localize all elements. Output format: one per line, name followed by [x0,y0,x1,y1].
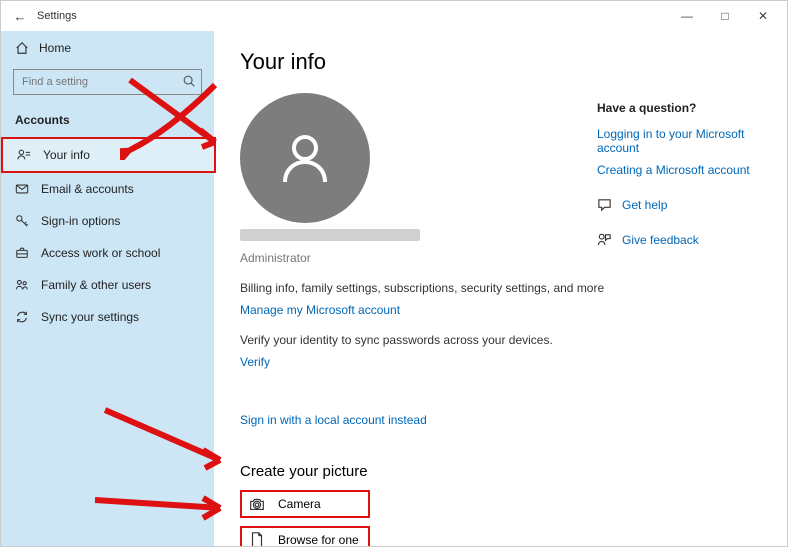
sidebar-item-family-other-users[interactable]: Family & other users [1,269,214,301]
give-feedback-row[interactable]: Give feedback [597,232,767,247]
help-link-login[interactable]: Logging in to your Microsoft account [597,127,767,155]
sidebar-item-your-info[interactable]: Your info [1,137,216,173]
back-button[interactable]: ← [9,9,31,24]
body: Home Accounts Your info Email & accounts… [1,31,787,546]
sign-in-local-link[interactable]: Sign in with a local account instead [240,413,427,427]
verify-block: Verify your identity to sync passwords a… [240,333,761,385]
sidebar-item-access-work-school[interactable]: Access work or school [1,237,214,269]
search-input[interactable] [13,69,202,95]
key-icon [15,214,29,228]
verify-description: Verify your identity to sync passwords a… [240,333,761,347]
verify-link[interactable]: Verify [240,355,270,369]
close-button[interactable]: ✕ [755,9,771,23]
people-icon [15,278,29,292]
billing-description: Billing info, family settings, subscript… [240,281,761,295]
sidebar-item-email-accounts[interactable]: Email & accounts [1,173,214,205]
get-help-row[interactable]: Get help [597,197,767,212]
briefcase-icon [15,246,29,260]
settings-window: ← Settings ― □ ✕ Home Accounts Your inf [0,0,788,547]
titlebar: ← Settings ― □ ✕ [1,1,787,31]
sidebar-item-sync-settings[interactable]: Sync your settings [1,301,214,333]
give-feedback-label: Give feedback [622,233,699,247]
content-area: Your info Administrator Billing info, fa… [214,31,787,546]
username-redacted [240,229,420,241]
get-help-label: Get help [622,198,667,212]
section-heading: Accounts [1,105,214,137]
help-link-create[interactable]: Creating a Microsoft account [597,163,767,177]
feedback-icon [597,232,612,247]
sidebar-item-label: Access work or school [41,246,160,260]
sidebar-item-label: Your info [43,148,90,162]
question-heading: Have a question? [597,101,767,115]
manage-account-link[interactable]: Manage my Microsoft account [240,303,400,317]
camera-button[interactable]: Camera [240,490,370,518]
sidebar-item-label: Sync your settings [41,310,139,324]
account-role: Administrator [240,251,761,265]
minimize-button[interactable]: ― [679,9,695,23]
camera-icon [248,495,266,513]
page-title: Your info [240,49,761,75]
sync-icon [15,310,29,324]
sidebar-item-label: Sign-in options [41,214,120,228]
sidebar-item-label: Family & other users [41,278,151,292]
home-icon [15,41,29,55]
avatar-placeholder-icon [273,126,337,190]
browse-label: Browse for one [278,533,359,546]
window-controls: ― □ ✕ [679,9,779,23]
right-column: Have a question? Logging in to your Micr… [597,101,767,247]
person-icon [17,148,31,162]
maximize-button[interactable]: □ [717,9,733,23]
sidebar-item-label: Email & accounts [41,182,134,196]
search-icon [182,74,196,88]
sidebar-item-signin-options[interactable]: Sign-in options [1,205,214,237]
browse-button[interactable]: Browse for one [240,526,370,546]
home-button[interactable]: Home [1,35,214,61]
file-icon [248,531,266,546]
create-picture-heading: Create your picture [240,463,761,480]
camera-label: Camera [278,497,321,511]
avatar [240,93,370,223]
sidebar: Home Accounts Your info Email & accounts… [1,31,214,546]
chat-icon [597,197,612,212]
mail-icon [15,182,29,196]
search-wrap [1,61,214,105]
window-title: Settings [37,10,77,22]
home-label: Home [39,41,71,55]
